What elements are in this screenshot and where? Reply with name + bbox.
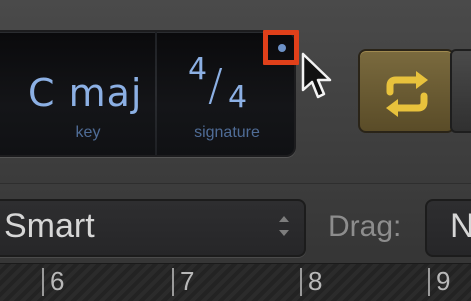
bar-ruler[interactable] <box>0 263 471 301</box>
key-label: key <box>75 124 101 141</box>
lcd-menu-dot-icon[interactable] <box>278 44 286 52</box>
bar-number: 7 <box>180 266 195 296</box>
signature-value[interactable]: 4 / 4 <box>188 52 268 122</box>
signature-denominator: 4 <box>228 80 248 115</box>
ruler-tick <box>172 268 174 296</box>
ruler-tick <box>300 268 302 296</box>
bar-number: 6 <box>50 266 65 296</box>
stepper-arrows-icon <box>279 216 289 236</box>
key-value[interactable]: C maj <box>28 70 141 120</box>
lcd-menu-highlight[interactable] <box>263 30 299 65</box>
mouse-pointer-icon <box>301 52 332 99</box>
next-transport-button[interactable] <box>450 49 471 133</box>
snap-value: Smart <box>4 207 95 245</box>
drag-value: N <box>450 207 471 245</box>
signature-label: signature <box>194 124 260 141</box>
drag-label: Drag: <box>328 210 402 243</box>
signature-numerator: 4 <box>188 52 208 87</box>
bar-number: 9 <box>436 266 451 296</box>
lcd-divider <box>155 32 157 155</box>
ruler-tick <box>428 268 430 296</box>
bar-number: 8 <box>308 266 323 296</box>
ruler-tick <box>42 268 44 296</box>
signature-slash: / <box>208 60 223 111</box>
cycle-icon <box>386 71 428 117</box>
transport-bar: C maj key 4 / 4 signature Smart Drag: N … <box>0 0 471 301</box>
